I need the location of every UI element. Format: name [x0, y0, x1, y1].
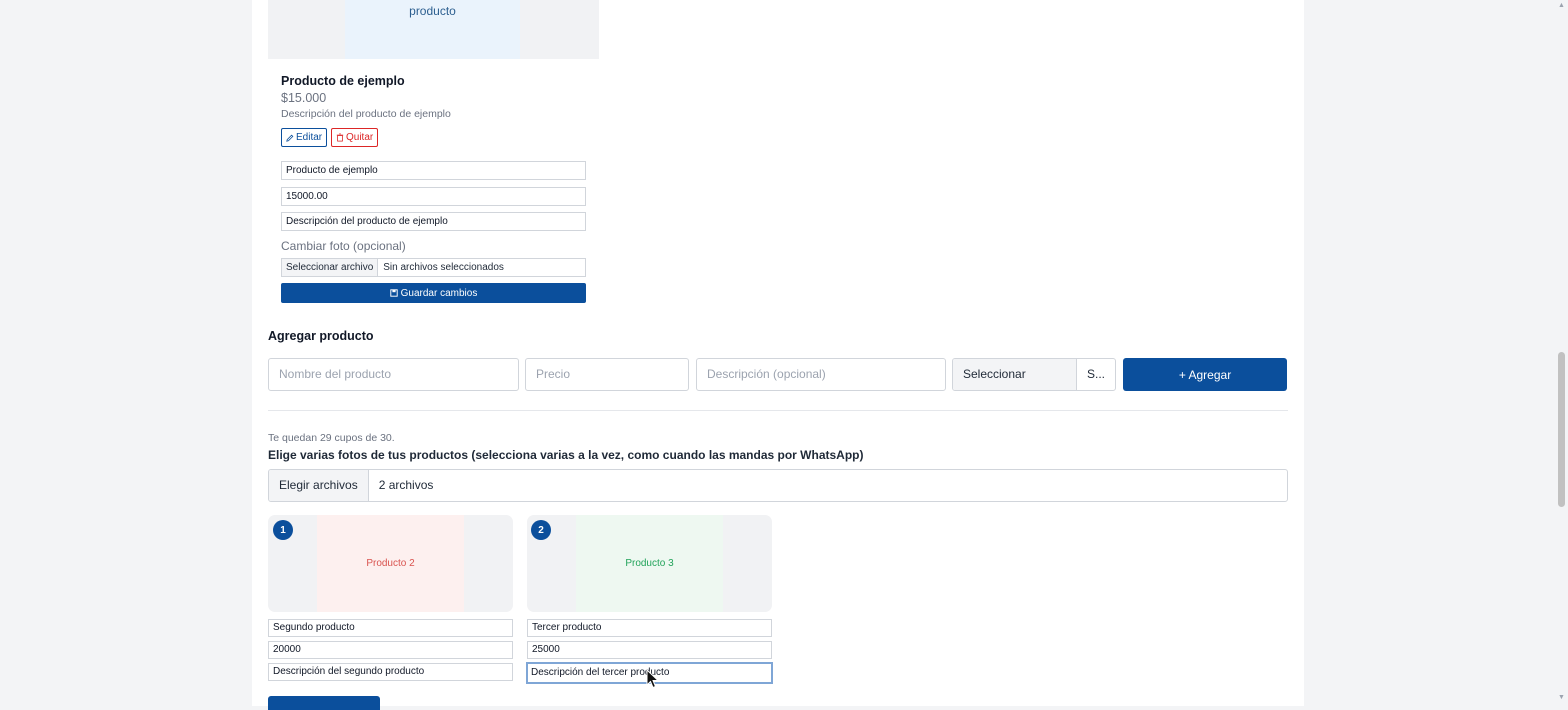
product-price: $15.000	[281, 91, 327, 105]
new-product-file-input[interactable]: Seleccionar archivo S...	[952, 358, 1116, 391]
bulk-file-status: 2 archivos	[378, 478, 434, 492]
new-product-file-status: S...	[1086, 367, 1105, 381]
preview-badge: 2	[531, 520, 551, 540]
edit-description-input[interactable]: Descripción del producto de ejemplo	[281, 212, 586, 231]
scroll-up-icon[interactable]: ▲	[1558, 2, 1565, 9]
section-divider	[268, 410, 1288, 411]
product-image-label: producto	[409, 4, 456, 18]
preview-image: Producto 2	[268, 515, 513, 612]
bulk-file-button[interactable]: Elegir archivos	[269, 470, 369, 501]
save-icon	[389, 289, 398, 297]
preview-image-label: Producto 3	[625, 558, 674, 569]
save-changes-button[interactable]: Guardar cambios	[281, 283, 586, 303]
product-name: Producto de ejemplo	[281, 74, 405, 88]
preview-name-input[interactable]: Tercer producto	[527, 619, 772, 637]
preview-image-label: Producto 2	[366, 558, 415, 569]
edit-price-input[interactable]: 15000.00	[281, 187, 586, 206]
change-photo-label: Cambiar foto (opcional)	[281, 239, 406, 253]
preview-price-input[interactable]: 20000	[268, 641, 513, 659]
new-product-price-input[interactable]: Precio	[525, 358, 689, 391]
new-product-name-input[interactable]: Nombre del producto	[268, 358, 519, 391]
scroll-down-icon[interactable]: ▼	[1558, 694, 1565, 701]
save-changes-label: Guardar cambios	[400, 287, 478, 299]
preview-badge: 1	[273, 520, 293, 540]
trash-icon	[336, 133, 344, 142]
quota-text: Te quedan 29 cupos de 30.	[268, 432, 395, 444]
edit-file-button[interactable]: Seleccionar archivo	[282, 259, 379, 276]
edit-button[interactable]: Editar	[281, 128, 328, 147]
preview-description-input[interactable]: Descripción del segundo producto	[268, 663, 513, 681]
mouse-cursor-icon	[646, 669, 659, 689]
preview-name-input[interactable]: Segundo producto	[268, 619, 513, 637]
product-image: producto	[268, 0, 599, 59]
preview-price-input[interactable]: 25000	[527, 641, 772, 659]
remove-button[interactable]: Quitar	[331, 128, 379, 147]
remove-label: Quitar	[346, 132, 374, 143]
edit-name-input[interactable]: Producto de ejemplo	[281, 161, 586, 180]
submit-bulk-button[interactable]	[268, 696, 380, 710]
pencil-icon	[286, 134, 294, 142]
edit-label: Editar	[296, 132, 323, 143]
edit-file-status: Sin archivos seleccionados	[383, 262, 504, 273]
preview-image: Producto 3	[527, 515, 772, 612]
bulk-file-input[interactable]: Elegir archivos 2 archivos	[268, 469, 1288, 502]
product-description: Descripción del producto de ejemplo	[281, 108, 451, 120]
add-product-button[interactable]: + Agregar	[1123, 358, 1287, 391]
edit-file-input[interactable]: Seleccionar archivo Sin archivos selecci…	[281, 258, 586, 277]
new-product-description-input[interactable]: Descripción (opcional)	[696, 358, 946, 391]
new-product-file-button[interactable]: Seleccionar archivo	[953, 359, 1077, 390]
bulk-instruction: Elige varias fotos de tus productos (sel…	[268, 448, 864, 462]
scrollbar-thumb[interactable]	[1558, 352, 1565, 507]
add-product-title: Agregar producto	[268, 329, 374, 343]
